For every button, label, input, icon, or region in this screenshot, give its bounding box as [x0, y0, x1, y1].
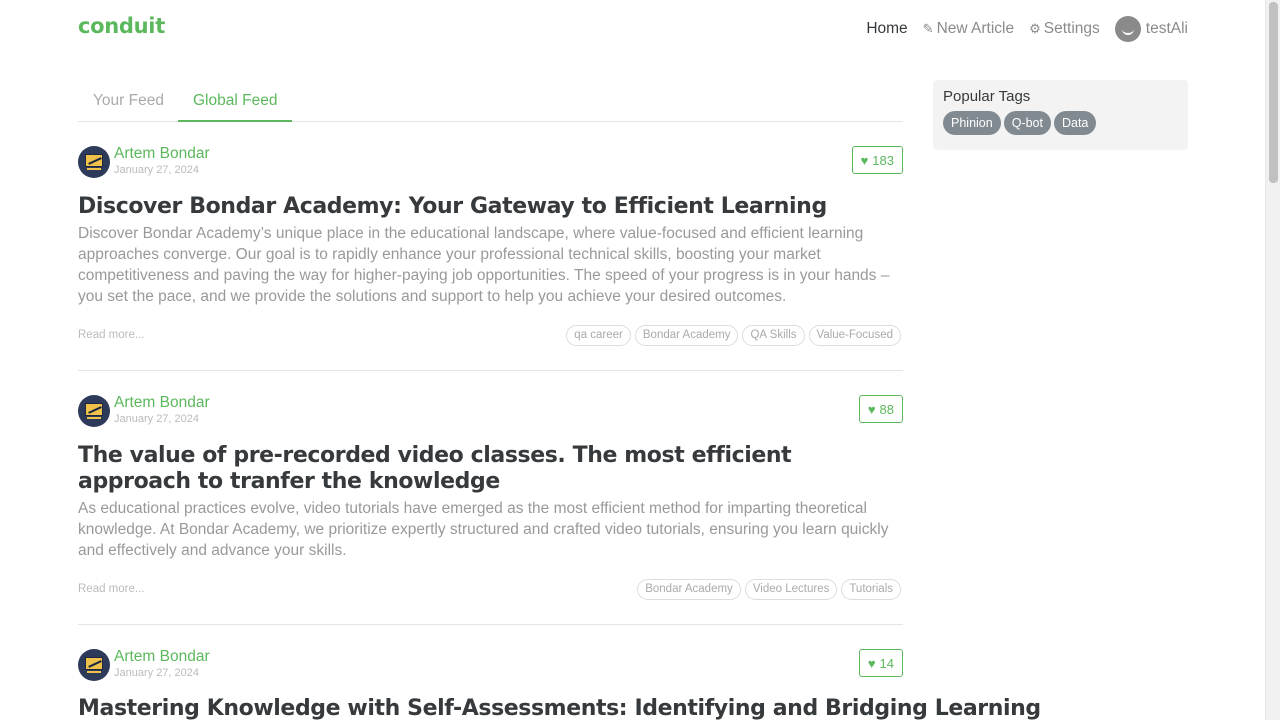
article-tag: Value-Focused	[808, 325, 901, 346]
nav-home-link[interactable]: Home	[866, 20, 907, 38]
article-divider	[78, 370, 903, 371]
article-tag: Bondar Academy	[634, 325, 739, 346]
favorite-count: 183	[872, 152, 894, 168]
article-date: January 27, 2024	[114, 667, 200, 679]
nav-settings-label: Settings	[1043, 20, 1100, 37]
nav-profile-link[interactable]: testAli	[1114, 16, 1188, 42]
favorite-count: 14	[879, 655, 894, 671]
popular-tag[interactable]: Data	[1053, 111, 1097, 135]
article-title[interactable]: The value of pre-recorded video classes.…	[78, 443, 903, 495]
popular-tag-list: Phinion Q-bot Data	[943, 111, 1178, 135]
article-tag: Bondar Academy	[637, 579, 741, 600]
nav-new-article-label: New Article	[936, 20, 1015, 37]
article-description: Discover Bondar Academy’s unique place i…	[78, 225, 890, 305]
popular-tag[interactable]: Phinion	[943, 111, 1001, 135]
article-date: January 27, 2024	[114, 164, 200, 176]
favorite-button[interactable]: ♥ 88	[858, 395, 903, 423]
page-scrollbar[interactable]	[1265, 0, 1280, 720]
article-tag: Video Lectures	[744, 579, 838, 600]
article-tag-list: Bondar Academy Video Lectures Tutorials	[633, 579, 901, 600]
article-divider	[78, 624, 903, 625]
popular-tags-sidebar: Popular Tags Phinion Q-bot Data	[933, 80, 1188, 150]
author-avatar[interactable]	[78, 395, 110, 427]
navbar: conduit Home ✎ New Article ⚙ Settings te…	[78, 0, 1188, 56]
edit-icon: ✎	[922, 21, 934, 36]
tab-global-feed[interactable]: Global Feed	[178, 80, 293, 122]
author-link[interactable]: Artem Bondar	[114, 145, 210, 163]
article-tag-list: qa career Bondar Academy QA Skills Value…	[562, 325, 901, 346]
nav-home-label: Home	[866, 20, 908, 37]
article-date: January 27, 2024	[114, 413, 200, 425]
article-title[interactable]: Discover Bondar Academy: Your Gateway to…	[78, 194, 827, 220]
feed-toggle: Your Feed Global Feed	[78, 80, 903, 122]
article-meta: Artem Bondar January 27, 2024 ♥ 183	[78, 145, 903, 178]
author-avatar[interactable]	[78, 146, 110, 178]
author-avatar[interactable]	[78, 649, 110, 681]
article-tag: qa career	[566, 325, 631, 346]
article-meta: Artem Bondar January 27, 2024 ♥ 88	[78, 394, 903, 427]
nav-settings-link[interactable]: ⚙ Settings	[1029, 20, 1100, 38]
heart-icon: ♥	[867, 401, 876, 417]
gear-icon: ⚙	[1029, 21, 1041, 36]
favorite-button[interactable]: ♥ 14	[858, 649, 903, 677]
article-title[interactable]: Mastering Knowledge with Self-Assessment…	[78, 696, 1041, 720]
author-link[interactable]: Artem Bondar	[114, 648, 210, 666]
heart-icon: ♥	[860, 152, 869, 168]
article-preview: Artem Bondar January 27, 2024 ♥ 14 Maste…	[78, 648, 1041, 720]
article-meta: Artem Bondar January 27, 2024 ♥ 14	[78, 648, 903, 681]
article-tag: QA Skills	[742, 325, 805, 346]
favorite-button[interactable]: ♥ 183	[851, 146, 903, 174]
read-more-link[interactable]: Read more...	[78, 329, 144, 341]
article-preview: Artem Bondar January 27, 2024 ♥ 88 The v…	[78, 394, 903, 625]
article-tag: Tutorials	[841, 579, 901, 600]
sidebar-title: Popular Tags	[943, 88, 1031, 105]
author-link[interactable]: Artem Bondar	[114, 394, 210, 412]
brand-logo[interactable]: conduit	[78, 14, 165, 38]
user-avatar	[1114, 16, 1141, 42]
read-more-link[interactable]: Read more...	[78, 583, 144, 595]
nav-new-article-link[interactable]: ✎ New Article	[923, 20, 1014, 38]
tab-your-feed[interactable]: Your Feed	[78, 80, 179, 122]
article-description: As educational practices evolve, video t…	[78, 500, 889, 559]
popular-tag[interactable]: Q-bot	[1003, 111, 1051, 135]
scrollbar-thumb[interactable]	[1269, 2, 1278, 183]
nav-menu: Home ✎ New Article ⚙ Settings testAli	[851, 16, 1188, 42]
nav-profile-label: testAli	[1145, 20, 1188, 37]
favorite-count: 88	[879, 401, 894, 417]
heart-icon: ♥	[867, 655, 876, 671]
article-preview: Artem Bondar January 27, 2024 ♥ 183 Disc…	[78, 145, 903, 371]
